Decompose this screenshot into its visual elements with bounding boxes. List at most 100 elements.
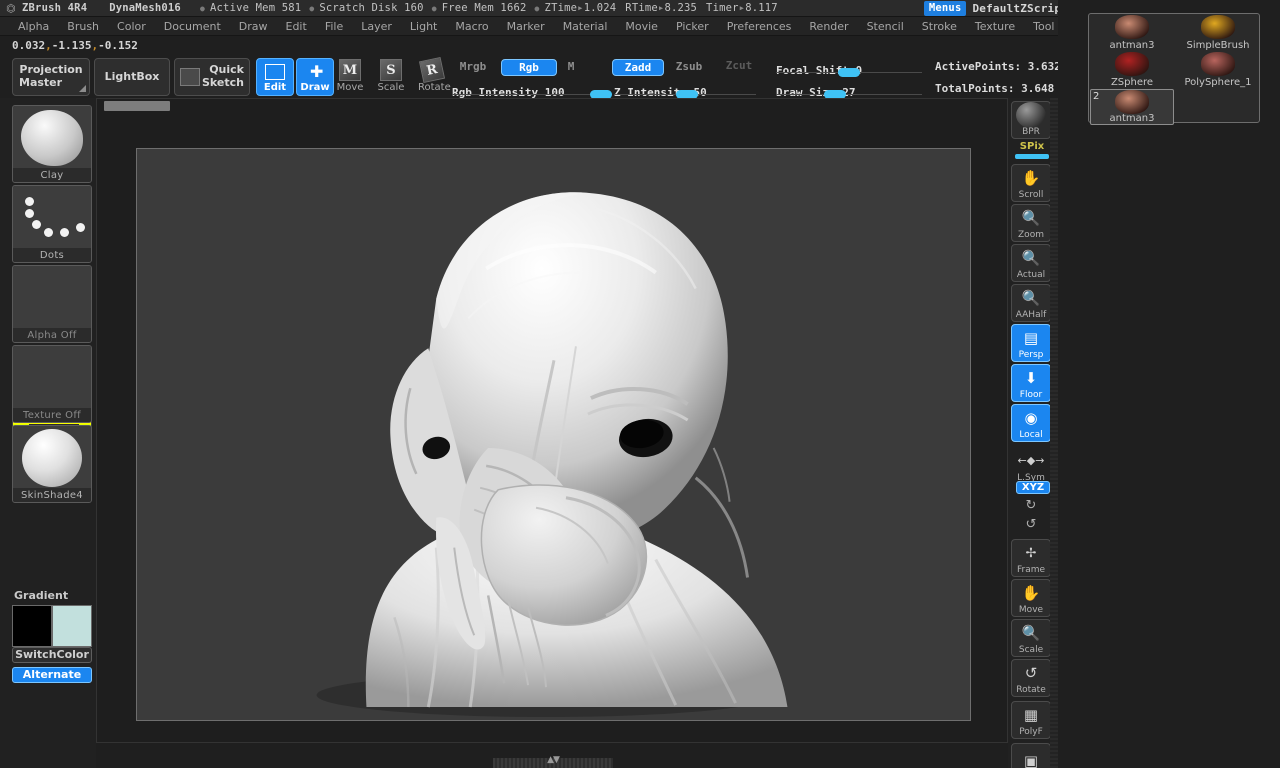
- tool-item-label: ZSphere: [1110, 77, 1154, 88]
- default-zscript-label[interactable]: DefaultZScript: [972, 2, 1068, 15]
- scale-label: Scale: [377, 82, 405, 93]
- switch-color-button[interactable]: SwitchColor: [12, 647, 92, 663]
- menu-item-alpha[interactable]: Alpha: [10, 18, 57, 35]
- bpr-render-button[interactable]: BPR: [1011, 101, 1051, 139]
- scale-button[interactable]: S Scale: [377, 59, 405, 97]
- gradient-label[interactable]: Gradient: [12, 589, 92, 602]
- tool-item-polysphere-1[interactable]: PolySphere_1: [1176, 52, 1260, 88]
- polyframe-button[interactable]: ▦ PolyF: [1011, 701, 1051, 739]
- canvas-area[interactable]: [96, 98, 1109, 743]
- xyz-toggle[interactable]: XYZ: [1016, 481, 1050, 494]
- tool-item-antman3[interactable]: 2 antman3: [1090, 89, 1174, 125]
- scale-nav-label: Scale: [1018, 645, 1044, 655]
- scroll-button[interactable]: ✋ Scroll: [1011, 164, 1051, 202]
- zbrush-window: ⏣ ZBrush 4R4 DynaMesh016 ● Active Mem 58…: [0, 0, 1280, 768]
- texture-label: Texture Off: [13, 408, 91, 422]
- menu-item-light[interactable]: Light: [402, 18, 445, 35]
- menu-item-preferences[interactable]: Preferences: [719, 18, 800, 35]
- tool-item-zsphere[interactable]: ZSphere: [1090, 52, 1174, 88]
- material-thumbnail-button[interactable]: SkinShade4: [12, 425, 92, 503]
- z-intensity-slider[interactable]: Z Intensity 50: [614, 81, 756, 99]
- menu-item-brush[interactable]: Brush: [59, 18, 107, 35]
- menu-item-edit[interactable]: Edit: [278, 18, 315, 35]
- secondary-color-swatch[interactable]: [52, 605, 92, 647]
- menu-item-tool[interactable]: Tool: [1025, 18, 1062, 35]
- tool-thumbnail-icon: [1201, 15, 1235, 39]
- zsub-toggle[interactable]: Zsub: [670, 59, 708, 74]
- empty-thumb: [13, 266, 91, 328]
- canvas-tab[interactable]: [104, 101, 170, 111]
- menus-button[interactable]: Menus: [923, 1, 967, 16]
- actual-button[interactable]: 🔍 Actual: [1011, 244, 1051, 282]
- menu-item-render[interactable]: Render: [801, 18, 856, 35]
- tool-item-simplebrush[interactable]: SimpleBrush: [1176, 15, 1260, 51]
- document-canvas[interactable]: [136, 148, 971, 721]
- tool-item-antman3[interactable]: antman3: [1090, 15, 1174, 51]
- menu-item-movie[interactable]: Movie: [617, 18, 666, 35]
- lightbox-button[interactable]: LightBox: [94, 58, 170, 96]
- menu-item-texture[interactable]: Texture: [967, 18, 1023, 35]
- mrgb-toggle[interactable]: Mrgb: [452, 59, 494, 74]
- rotate-label: Rotate: [418, 82, 451, 93]
- alpha-label: Alpha Off: [13, 328, 91, 342]
- draw-label: Draw: [300, 81, 330, 93]
- brush-thumbnail-button[interactable]: Clay: [12, 105, 92, 183]
- primary-color-swatch[interactable]: [12, 605, 52, 647]
- clay-thumb: [13, 106, 91, 168]
- stat-timer: Timer▸8.117: [706, 2, 778, 14]
- rgb-intensity-slider[interactable]: Rgb Intensity 100: [452, 81, 612, 99]
- transparency-icon: ▣: [1023, 752, 1039, 768]
- focal-shift-slider[interactable]: Focal Shift 0: [776, 59, 922, 77]
- local-button[interactable]: ◉ Local: [1011, 404, 1051, 442]
- menu-item-layer[interactable]: Layer: [353, 18, 400, 35]
- stat-active-mem: Active Mem 581: [210, 2, 302, 14]
- texture-thumbnail-button[interactable]: Texture Off: [12, 345, 92, 423]
- menu-item-color[interactable]: Color: [109, 18, 154, 35]
- canvas-bottom-scroll-widget[interactable]: [493, 758, 613, 768]
- app-title: ZBrush 4R4: [22, 2, 88, 14]
- y-rotate-icon[interactable]: ↻: [1011, 498, 1051, 513]
- z-rotate-icon[interactable]: ↺: [1011, 517, 1051, 532]
- lsym-button[interactable]: ←◆→ L.Sym: [1011, 446, 1051, 484]
- floor-button[interactable]: ⬇ Floor: [1011, 364, 1051, 402]
- scroll-hand-icon: ✋: [1021, 168, 1041, 187]
- draw-button[interactable]: ✚ Draw: [296, 58, 334, 96]
- move-button[interactable]: M Move: [336, 59, 364, 97]
- rotate-nav-button[interactable]: ↺ Rotate: [1011, 659, 1051, 697]
- zadd-toggle[interactable]: Zadd: [612, 59, 664, 76]
- rotate-button[interactable]: R Rotate: [418, 56, 451, 97]
- spix-slider[interactable]: [1015, 154, 1049, 159]
- projection-master-button[interactable]: Projection Master: [12, 58, 90, 96]
- rgb-toggle[interactable]: Rgb: [501, 59, 557, 76]
- menu-item-document[interactable]: Document: [156, 18, 229, 35]
- quick-sketch-button[interactable]: Quick Sketch: [174, 58, 250, 96]
- actual-label: Actual: [1016, 270, 1046, 280]
- alternate-button[interactable]: Alternate: [12, 667, 92, 683]
- right-shelf-edge[interactable]: [1050, 98, 1058, 768]
- menu-item-stencil[interactable]: Stencil: [859, 18, 912, 35]
- scale-nav-button[interactable]: 🔍 Scale: [1011, 619, 1051, 657]
- frame-icon: ✢: [1025, 545, 1037, 561]
- persp-button[interactable]: ▤ Persp: [1011, 324, 1051, 362]
- zoom-button[interactable]: 🔍 Zoom: [1011, 204, 1051, 242]
- menu-item-stroke[interactable]: Stroke: [914, 18, 965, 35]
- draw-size-slider[interactable]: Draw Size 27: [776, 81, 922, 99]
- menu-item-picker[interactable]: Picker: [668, 18, 717, 35]
- alpha-thumbnail-button[interactable]: Alpha Off: [12, 265, 92, 343]
- menu-item-file[interactable]: File: [317, 18, 351, 35]
- move-nav-button[interactable]: ✋ Move: [1011, 579, 1051, 617]
- transparency-button[interactable]: ▣: [1011, 743, 1051, 768]
- stat-ztime: ZTime▸1.024: [544, 2, 617, 14]
- coord-y: -1.135: [51, 39, 92, 52]
- zoom-magnifier-icon: 🔍: [1021, 208, 1041, 227]
- edit-button[interactable]: Edit: [256, 58, 294, 96]
- menu-item-draw[interactable]: Draw: [231, 18, 276, 35]
- m-toggle[interactable]: M: [560, 59, 582, 74]
- aahalf-button[interactable]: 🔍 AAHalf: [1011, 284, 1051, 322]
- stroke-thumbnail-button[interactable]: Dots: [12, 185, 92, 263]
- zcut-toggle[interactable]: Zcut: [720, 59, 758, 72]
- frame-button[interactable]: ✢ Frame: [1011, 539, 1051, 577]
- menu-item-material[interactable]: Material: [555, 18, 616, 35]
- menu-item-macro[interactable]: Macro: [447, 18, 496, 35]
- menu-item-marker[interactable]: Marker: [499, 18, 553, 35]
